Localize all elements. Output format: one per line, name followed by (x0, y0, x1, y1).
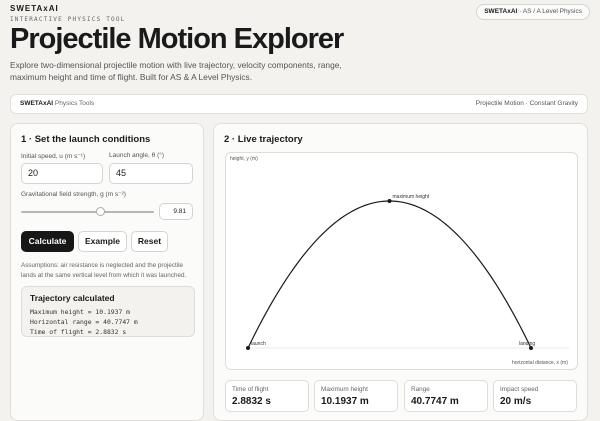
stat-range: Range 40.7747 m (404, 380, 488, 412)
angle-label: Launch angle, θ (°) (109, 152, 164, 159)
toolbar-brand: SWETAxAI (20, 100, 54, 107)
stat-time-of-flight: Time of flight 2.8832 s (225, 380, 309, 412)
stat-maximum-height: Maximum height 10.1937 m (314, 380, 398, 412)
trajectory-curve (247, 200, 532, 349)
eyebrow: INTERACTIVE PHYSICS TOOL (10, 16, 126, 23)
trajectory-svg: height, y (m) horizontal distance, x (m)… (230, 156, 569, 366)
trajectory-plot: height, y (m) horizontal distance, x (m)… (225, 152, 578, 370)
gravity-input[interactable]: 9.81 (159, 203, 193, 220)
launch-point (246, 346, 250, 350)
stat-value: 20 m/s (500, 396, 532, 407)
stat-label: Maximum height (321, 386, 368, 393)
trajectory-panel: 2 · Live trajectory height, y (m) horizo… (213, 123, 588, 421)
toolbar-context: Projectile Motion · Constant Gravity (475, 100, 578, 107)
trajectory-heading: 2 · Live trajectory (224, 134, 303, 145)
peak-point (387, 199, 392, 203)
y-axis-label: height, y (m) (230, 156, 258, 162)
speed-input[interactable]: 20 (21, 163, 103, 184)
result-box: Trajectory calculated Maximum height = 1… (21, 286, 195, 337)
stat-value: 40.7747 m (411, 396, 459, 407)
result-range: Horizontal range = 40.7747 m (30, 318, 138, 326)
stat-label: Range (411, 386, 430, 393)
result-max-height: Maximum height = 10.1937 m (30, 308, 131, 316)
result-title: Trajectory calculated (30, 293, 115, 303)
stat-label: Time of flight (232, 386, 269, 393)
stat-value: 2.8832 s (232, 396, 271, 407)
speed-label: Initial speed, u (m s⁻¹) (21, 153, 86, 160)
reset-button[interactable]: Reset (131, 231, 168, 252)
gravity-slider[interactable] (21, 211, 154, 213)
launch-label: launch (251, 341, 266, 347)
badge-brand: SWETAxAI (484, 8, 518, 15)
gravity-label: Gravitational field strength, g (m s⁻²) (21, 191, 126, 198)
toolbar-section: Physics Tools (54, 100, 95, 107)
gravity-slider-thumb[interactable] (96, 207, 106, 216)
intro-text: Explore two-dimensional projectile motio… (10, 60, 342, 82)
angle-input[interactable]: 45 (109, 163, 193, 184)
controls-heading: 1 · Set the launch conditions (21, 134, 151, 145)
level-badge: SWETAxAI · AS / A Level Physics (476, 4, 590, 20)
stat-impact-speed: Impact speed 20 m/s (493, 380, 577, 412)
badge-text: · AS / A Level Physics (517, 8, 582, 15)
brand: SWETAxAI (10, 4, 59, 13)
example-button[interactable]: Example (78, 231, 127, 252)
result-time: Time of flight = 2.8832 s (30, 328, 127, 336)
x-axis-label: horizontal distance, x (m) (512, 360, 568, 366)
landing-label: landing (519, 341, 535, 347)
peak-label: maximum height (393, 194, 430, 200)
assumptions-note: Assumptions: air resistance is neglected… (21, 262, 187, 279)
calculate-button[interactable]: Calculate (21, 231, 74, 252)
stat-value: 10.1937 m (321, 396, 369, 407)
controls-panel: 1 · Set the launch conditions Initial sp… (10, 123, 204, 421)
toolbar: SWETAxAI Physics Tools Projectile Motion… (10, 94, 588, 114)
page-title: Projectile Motion Explorer (10, 23, 344, 55)
stat-label: Impact speed (500, 386, 539, 393)
